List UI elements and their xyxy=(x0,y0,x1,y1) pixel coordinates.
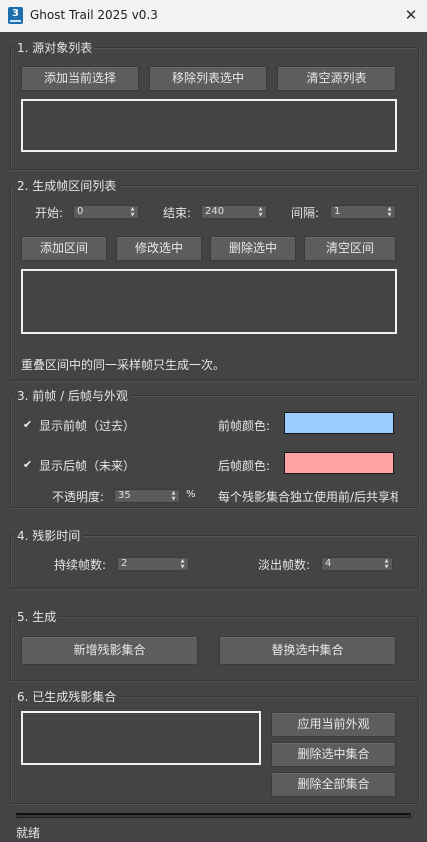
progress-bar xyxy=(16,813,411,818)
end-label: 结束: xyxy=(163,206,192,220)
modify-selected-button[interactable]: 修改选中 xyxy=(116,236,202,261)
start-value: 0 xyxy=(77,206,84,217)
clear-ranges-button[interactable]: 清空区间 xyxy=(304,236,396,261)
delete-all-sets-button[interactable]: 删除全部集合 xyxy=(271,772,396,797)
step-value: 1 xyxy=(334,206,341,217)
fade-spinner[interactable]: 4 ▲ ▼ xyxy=(321,557,393,571)
add-current-selection-button[interactable]: 添加当前选择 xyxy=(21,66,139,91)
generate-title: 5. 生成 xyxy=(14,608,60,625)
ghost-time-title: 4. 残影时间 xyxy=(14,527,84,544)
new-ghost-set-button[interactable]: 新增残影集合 xyxy=(21,636,198,665)
source-objects-list[interactable] xyxy=(21,99,397,152)
duration-label: 持续帧数: xyxy=(54,558,107,572)
title-bar: 3 Ghost Trail 2025 v0.3 ✕ xyxy=(0,0,427,32)
appearance-note: 每个残影集合独立使用前/后共享相 xyxy=(218,490,398,504)
past-color-swatch[interactable] xyxy=(284,412,394,434)
generated-sets-title: 6. 已生成残影集合 xyxy=(14,688,120,705)
opacity-spinner-arrows-icon[interactable]: ▲ ▼ xyxy=(170,490,177,502)
remove-list-selection-button[interactable]: 移除列表选中 xyxy=(149,66,267,91)
apply-appearance-button[interactable]: 应用当前外观 xyxy=(271,712,396,737)
start-spinner[interactable]: 0 ▲ ▼ xyxy=(73,205,139,219)
close-icon[interactable]: ✕ xyxy=(395,0,427,32)
opacity-value: 35 xyxy=(118,490,131,501)
end-value: 240 xyxy=(205,206,225,217)
future-color-swatch[interactable] xyxy=(284,452,394,474)
end-spinner[interactable]: 240 ▲ ▼ xyxy=(201,205,267,219)
show-future-checkbox[interactable]: ✔ xyxy=(23,459,34,470)
delete-selected-set-button[interactable]: 删除选中集合 xyxy=(271,742,396,767)
frame-ranges-list[interactable] xyxy=(21,269,397,334)
fade-value: 4 xyxy=(325,558,332,569)
frame-ranges-title: 2. 生成帧区间列表 xyxy=(14,177,120,194)
window-title: Ghost Trail 2025 v0.3 xyxy=(30,8,158,22)
step-spinner-arrows-icon[interactable]: ▲ ▼ xyxy=(386,206,393,218)
delete-selected-button[interactable]: 删除选中 xyxy=(210,236,296,261)
end-spinner-arrows-icon[interactable]: ▲ ▼ xyxy=(257,206,264,218)
start-spinner-arrows-icon[interactable]: ▲ ▼ xyxy=(129,206,136,218)
source-objects-title: 1. 源对象列表 xyxy=(14,39,96,56)
opacity-unit: % xyxy=(186,489,196,500)
overlap-note: 重叠区间中的同一采样帧只生成一次。 xyxy=(21,358,226,372)
step-label: 间隔: xyxy=(291,206,320,220)
opacity-label: 不透明度: xyxy=(52,490,105,504)
status-text: 就绪 xyxy=(16,826,41,840)
past-color-label: 前帧颜色: xyxy=(218,419,271,433)
add-range-button[interactable]: 添加区间 xyxy=(21,236,107,261)
duration-value: 2 xyxy=(121,558,128,569)
show-past-checkbox[interactable]: ✔ xyxy=(23,419,34,430)
show-future-label[interactable]: 显示后帧（未来） xyxy=(39,457,135,474)
opacity-spinner[interactable]: 35 ▲ ▼ xyxy=(114,489,180,503)
generated-sets-list[interactable] xyxy=(21,711,261,765)
future-color-label: 后帧颜色: xyxy=(218,459,271,473)
clear-source-list-button[interactable]: 清空源列表 xyxy=(277,66,396,91)
duration-spinner[interactable]: 2 ▲ ▼ xyxy=(117,557,189,571)
start-label: 开始: xyxy=(35,206,64,220)
replace-selected-set-button[interactable]: 替换选中集合 xyxy=(219,636,396,665)
step-spinner[interactable]: 1 ▲ ▼ xyxy=(330,205,396,219)
appearance-title: 3. 前帧 / 后帧与外观 xyxy=(14,387,131,404)
fade-spinner-arrows-icon[interactable]: ▲ ▼ xyxy=(383,558,390,570)
show-past-label[interactable]: 显示前帧（过去） xyxy=(39,417,135,434)
fade-label: 淡出帧数: xyxy=(258,558,311,572)
duration-spinner-arrows-icon[interactable]: ▲ ▼ xyxy=(179,558,186,570)
app-icon: 3 xyxy=(8,7,23,24)
